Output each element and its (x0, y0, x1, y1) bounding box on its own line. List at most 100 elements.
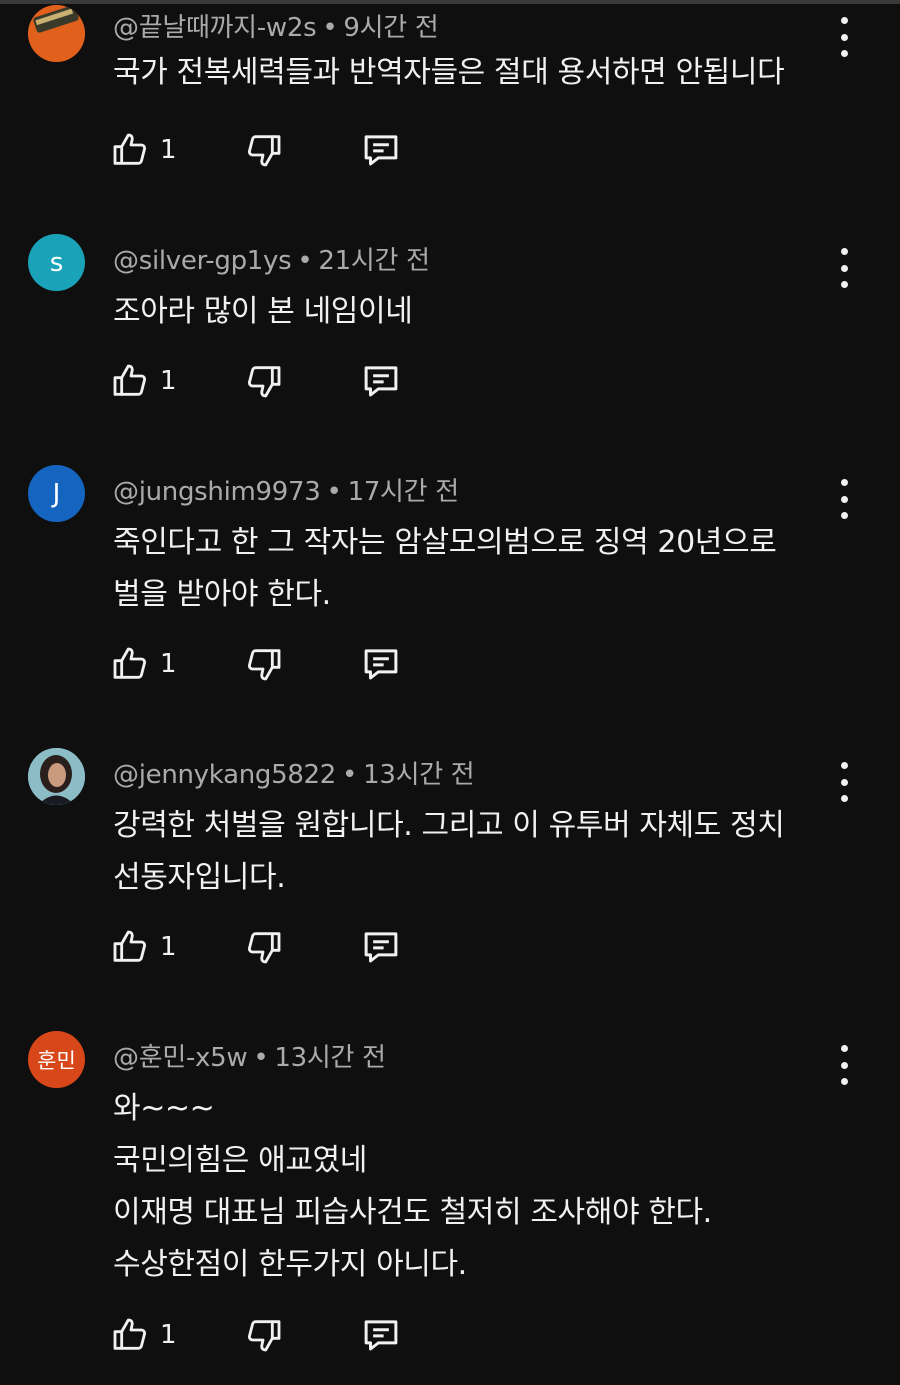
comment-time: 9시간 전 (343, 13, 439, 43)
comment-text: 죽인다고 한 그 작자는 암살모의범으로 징역 20년으로 벌을 받아야 한다. (113, 517, 777, 621)
thumb-up-icon (113, 930, 147, 962)
more-options-button[interactable] (830, 17, 858, 57)
meta-separator: • (342, 760, 358, 790)
comment-line: 국가 전복세력들과 반역자들은 절대 용서하면 안됩니다 (113, 55, 785, 90)
more-vertical-icon (840, 762, 848, 769)
comment-time: 21시간 전 (318, 246, 430, 276)
thumb-down-icon (247, 932, 281, 964)
reply-button[interactable] (360, 128, 402, 172)
more-dot (840, 512, 848, 519)
more-options-button[interactable] (830, 479, 858, 519)
comment-actions: 1 (110, 925, 430, 969)
comment-line: 국민의힘은 애교였네 (113, 1143, 367, 1178)
dislike-button[interactable] (244, 1313, 284, 1357)
more-vertical-icon (840, 248, 848, 255)
dislike-button[interactable] (244, 642, 284, 686)
avatar-letter: 훈민 (37, 1048, 76, 1073)
comment-text: 강력한 처벌을 원합니다. 그리고 이 유투버 자체도 정치 선동자입니다. (113, 800, 785, 904)
thumb-up-icon (113, 364, 147, 396)
dislike-button[interactable] (244, 359, 284, 403)
reply-button[interactable] (360, 642, 402, 686)
thumb-down-icon (247, 366, 281, 398)
more-dot (840, 778, 848, 786)
comment-line: 강력한 처벌을 원합니다. 그리고 이 유투버 자체도 정치 (113, 808, 785, 843)
like-button[interactable]: 1 (110, 359, 177, 403)
more-dot (840, 495, 848, 503)
comment-text: 조아라 많이 본 네임이네 (113, 286, 413, 338)
comment-author[interactable]: @jungshim9973 (113, 477, 321, 507)
more-options-button[interactable] (830, 1045, 858, 1085)
more-options-button[interactable] (830, 762, 858, 802)
avatar-photo-icon (28, 748, 85, 805)
more-dot (840, 795, 848, 802)
thumb-up-icon (113, 647, 147, 679)
comment-time: 13시간 전 (363, 760, 475, 790)
comment-line: 선동자입니다. (113, 860, 286, 895)
more-dot (840, 33, 848, 41)
like-button[interactable]: 1 (110, 128, 177, 172)
avatar[interactable]: s (28, 234, 85, 291)
thumb-down-icon (247, 1320, 281, 1352)
like-count: 1 (160, 135, 177, 165)
reply-button[interactable] (360, 359, 402, 403)
like-count: 1 (160, 649, 177, 679)
comment-author[interactable]: @silver-gp1ys (113, 246, 292, 276)
comment-line: 조아라 많이 본 네임이네 (113, 294, 413, 329)
meta-separator: • (297, 246, 313, 276)
comment-author[interactable]: @jennykang5822 (113, 760, 336, 790)
comment-line: 와~~~ (113, 1091, 215, 1126)
reply-comment-icon (364, 932, 398, 963)
dislike-button[interactable] (244, 925, 284, 969)
reply-comment-icon (364, 135, 398, 166)
comment-actions: 1 (110, 1313, 430, 1357)
thumb-down-icon (247, 135, 281, 167)
avatar-letter: J (52, 478, 61, 509)
dislike-button[interactable] (244, 128, 284, 172)
comment-line: 이재명 대표님 피습사건도 철저히 조사해야 한다. (113, 1195, 712, 1230)
more-vertical-icon (840, 17, 848, 24)
comment-time: 17시간 전 (347, 477, 460, 507)
more-dot (840, 1061, 848, 1069)
reply-comment-icon (364, 366, 398, 397)
comment-time: 13시간 전 (274, 1043, 386, 1073)
comment-meta: @끝날때까지-w2s • 9시간 전 (113, 7, 439, 44)
avatar-letter: s (49, 247, 64, 278)
avatar[interactable] (28, 5, 85, 62)
comment-line: 죽인다고 한 그 작자는 암살모의범으로 징역 20년으로 (113, 525, 777, 560)
like-count: 1 (160, 1320, 177, 1350)
more-dot (840, 281, 848, 288)
comment-author[interactable]: @훈민-x5w (113, 1043, 248, 1073)
avatar[interactable]: J (28, 465, 85, 522)
more-vertical-icon (840, 479, 848, 486)
avatar[interactable] (28, 748, 85, 805)
more-options-button[interactable] (830, 248, 858, 288)
comment-line: 수상한점이 한두가지 아니다. (113, 1247, 467, 1282)
more-dot (840, 1078, 848, 1085)
thumb-up-icon (113, 1318, 147, 1350)
comment-text: 와~~~ 국민의힘은 애교였네 이재명 대표님 피습사건도 철저히 조사해야 한… (113, 1083, 712, 1291)
like-button[interactable]: 1 (110, 1313, 177, 1357)
reply-button[interactable] (360, 1313, 402, 1357)
like-button[interactable]: 1 (110, 642, 177, 686)
meta-separator: • (322, 13, 338, 43)
comment-meta: @jennykang5822 • 13시간 전 (113, 754, 475, 791)
meta-separator: • (326, 477, 342, 507)
thumb-down-icon (247, 649, 281, 681)
like-count: 1 (160, 932, 177, 962)
reply-comment-icon (364, 1320, 398, 1351)
comment-line: 벌을 받아야 한다. (113, 577, 331, 612)
reply-button[interactable] (360, 925, 402, 969)
avatar-image-icon (28, 5, 85, 62)
comment-text: 국가 전복세력들과 반역자들은 절대 용서하면 안됩니다 (113, 47, 785, 99)
like-button[interactable]: 1 (110, 925, 177, 969)
more-dot (840, 264, 848, 272)
comment-author[interactable]: @끝날때까지-w2s (113, 13, 317, 43)
more-vertical-icon (840, 1045, 848, 1052)
comment-actions: 1 (110, 359, 430, 403)
reply-comment-icon (364, 649, 398, 680)
avatar[interactable]: 훈민 (28, 1031, 85, 1088)
comment-actions: 1 (110, 128, 430, 172)
comment-meta: @jungshim9973 • 17시간 전 (113, 471, 459, 508)
like-count: 1 (160, 366, 177, 396)
comment-actions: 1 (110, 642, 430, 686)
